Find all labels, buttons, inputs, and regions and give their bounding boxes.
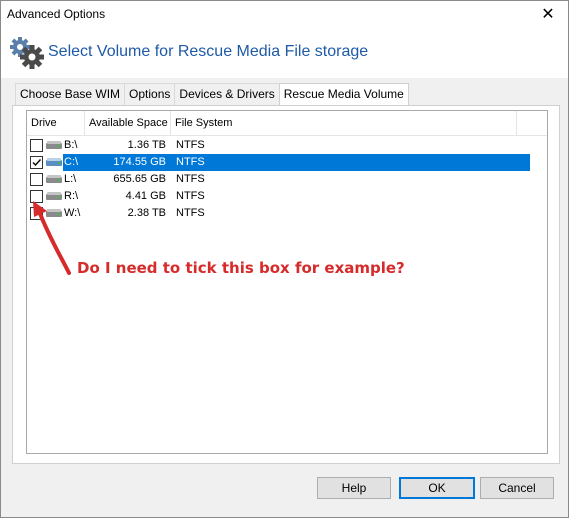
header-title: Select Volume for Rescue Media File stor… bbox=[48, 43, 369, 60]
gears-icon bbox=[10, 37, 44, 69]
ok-button[interactable]: OK bbox=[399, 477, 475, 499]
table-row[interactable]: R:\ 4.41 GB NTFS bbox=[27, 188, 530, 205]
row-checkbox[interactable] bbox=[30, 156, 43, 169]
table-row[interactable]: C:\ 174.55 GB NTFS bbox=[27, 154, 530, 171]
table-row[interactable]: B:\ 1.36 TB NTFS bbox=[27, 137, 530, 154]
drive-name: L:\ bbox=[64, 173, 77, 185]
file-system: NTFS bbox=[176, 139, 205, 151]
checkmark-icon bbox=[32, 159, 42, 167]
tab-devices-drivers[interactable]: Devices & Drivers bbox=[174, 83, 280, 105]
available-space: 1.36 TB bbox=[127, 139, 166, 151]
row-checkbox[interactable] bbox=[30, 139, 43, 152]
drive-name: B:\ bbox=[64, 139, 78, 151]
tab-panel: Drive Available Space File System B:\ 1.… bbox=[12, 105, 560, 464]
dialog-header: Select Volume for Rescue Media File stor… bbox=[1, 28, 568, 78]
available-space: 655.65 GB bbox=[113, 173, 166, 185]
annotation-text: Do I need to tick this box for example? bbox=[77, 259, 405, 277]
column-header-file-system[interactable]: File System bbox=[171, 111, 517, 135]
available-space: 2.38 TB bbox=[127, 207, 166, 219]
column-header-available-space[interactable]: Available Space bbox=[85, 111, 171, 135]
drive-list[interactable]: Drive Available Space File System B:\ 1.… bbox=[26, 110, 548, 454]
table-row[interactable]: L:\ 655.65 GB NTFS bbox=[27, 171, 530, 188]
help-button[interactable]: Help bbox=[317, 477, 391, 499]
row-checkbox[interactable] bbox=[30, 173, 43, 186]
drive-icon bbox=[46, 158, 62, 166]
column-header-drive[interactable]: Drive bbox=[27, 111, 85, 135]
file-system: NTFS bbox=[176, 156, 205, 168]
close-icon[interactable]: ✕ bbox=[528, 1, 568, 28]
drive-icon bbox=[46, 141, 62, 149]
window-title: Advanced Options bbox=[7, 7, 106, 21]
drive-icon bbox=[46, 175, 62, 183]
tab-options[interactable]: Options bbox=[124, 83, 176, 105]
tab-rescue-media-volume[interactable]: Rescue Media Volume bbox=[278, 83, 409, 106]
title-bar: Advanced Options ✕ bbox=[1, 1, 568, 28]
advanced-options-dialog: Advanced Options ✕ Select Volume for Res… bbox=[0, 0, 569, 518]
file-system: NTFS bbox=[176, 207, 205, 219]
file-system: NTFS bbox=[176, 190, 205, 202]
tab-strip: Choose Base WIM Options Devices & Driver… bbox=[15, 83, 409, 106]
column-headers: Drive Available Space File System bbox=[27, 111, 547, 136]
tab-choose-base-wim[interactable]: Choose Base WIM bbox=[15, 83, 126, 105]
red-arrow-annotation bbox=[33, 201, 71, 275]
drive-name: C:\ bbox=[64, 156, 79, 168]
cancel-button[interactable]: Cancel bbox=[480, 477, 554, 499]
available-space: 174.55 GB bbox=[113, 156, 166, 168]
available-space: 4.41 GB bbox=[125, 190, 166, 202]
file-system: NTFS bbox=[176, 173, 205, 185]
table-row[interactable]: W:\ 2.38 TB NTFS bbox=[27, 205, 530, 222]
